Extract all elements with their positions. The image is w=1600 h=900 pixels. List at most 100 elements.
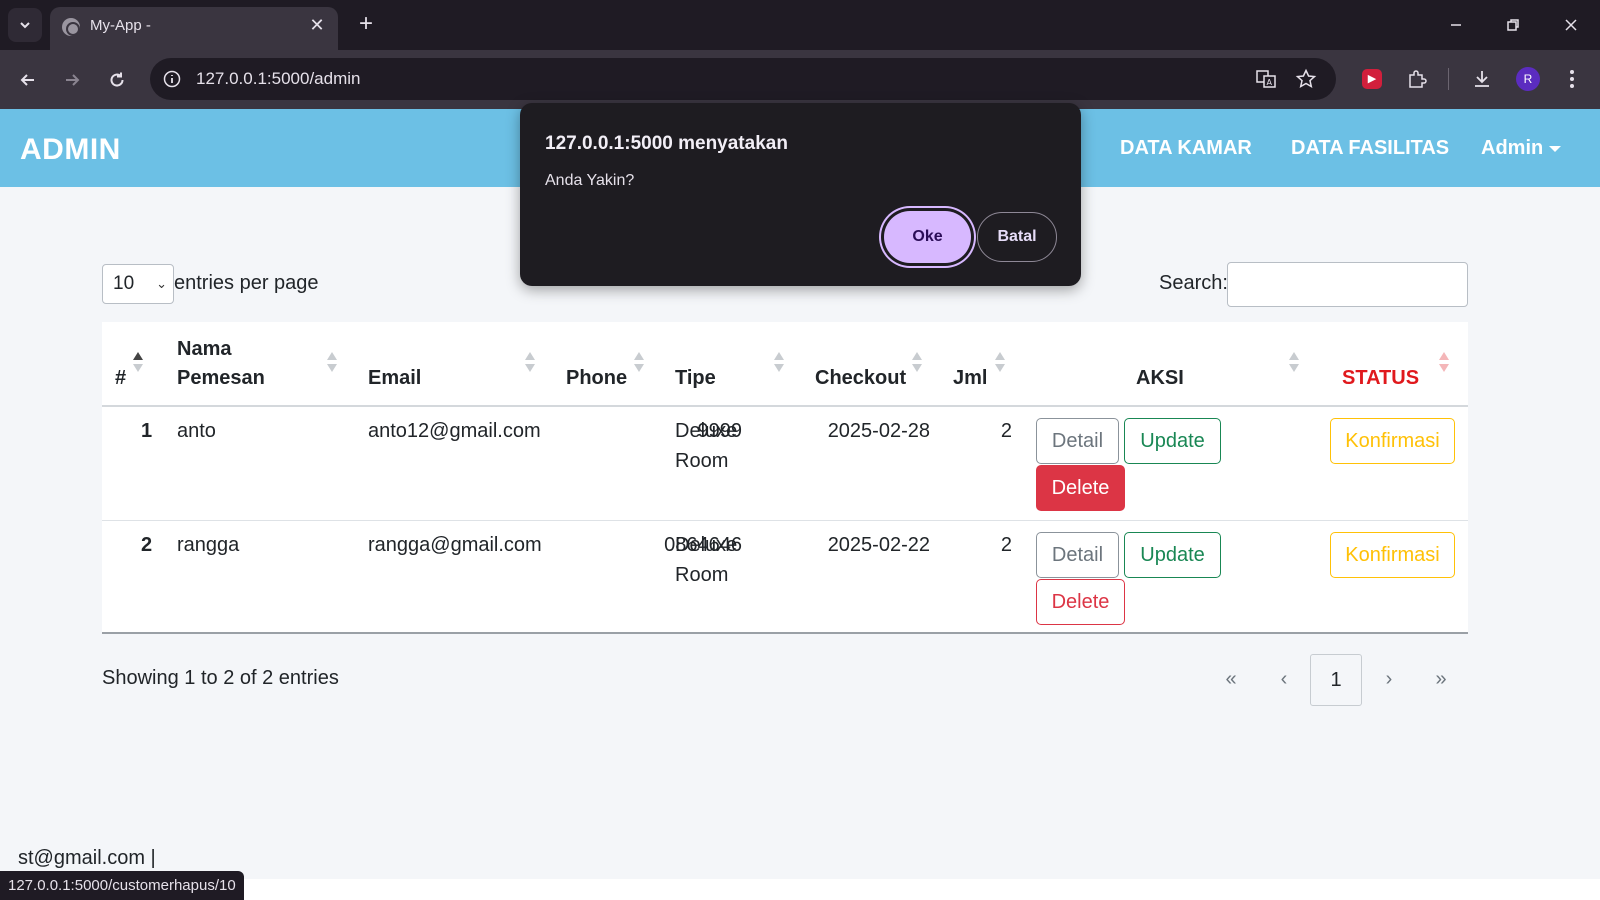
address-url: 127.0.0.1:5000/admin <box>196 69 361 88</box>
profile-avatar[interactable]: R <box>1516 67 1540 91</box>
sort-icon[interactable] <box>774 352 784 374</box>
extensions-puzzle-icon[interactable] <box>1403 65 1431 93</box>
browser-tab[interactable]: My-App - ✕ <box>50 7 338 50</box>
cell-num: 2 <box>141 534 153 556</box>
caret-down-icon <box>1549 145 1562 152</box>
delete-button[interactable]: Delete <box>1036 465 1125 511</box>
sort-icon[interactable] <box>1439 352 1449 374</box>
browser-toolbar: 127.0.0.1:5000/admin A ▶ <box>0 50 1600 109</box>
address-bar[interactable]: 127.0.0.1:5000/admin A <box>150 58 1336 100</box>
detail-button[interactable]: Detail <box>1036 532 1119 578</box>
new-tab-button[interactable]: + <box>352 11 380 39</box>
forward-button[interactable] <box>56 64 88 96</box>
admin-dropdown[interactable]: Admin <box>1481 137 1562 160</box>
sort-icon[interactable] <box>912 352 922 374</box>
reload-icon <box>110 72 124 87</box>
th-checkout[interactable]: Checkout <box>815 363 906 393</box>
entries-select-value: 10 <box>113 273 135 294</box>
brand-logo[interactable]: ADMIN <box>20 133 121 167</box>
konfirmasi-button[interactable]: Konfirmasi <box>1330 418 1455 464</box>
back-button[interactable] <box>12 64 44 96</box>
nav-data-kamar[interactable]: DATA KAMAR <box>1120 137 1252 160</box>
dialog-message: Anda Yakin? <box>545 172 635 189</box>
cell-tipe-line2: Room <box>675 450 729 472</box>
table-header-divider <box>102 405 1468 407</box>
th-phone[interactable]: Phone <box>566 363 627 393</box>
cell-checkout: 2025-02-28 <box>827 420 930 442</box>
th-nama-line2[interactable]: Pemesan <box>177 363 265 393</box>
restore-icon <box>1507 19 1519 31</box>
restore-button[interactable] <box>1498 10 1528 40</box>
page-next[interactable]: › <box>1378 654 1400 706</box>
tab-search-button[interactable] <box>8 8 42 42</box>
footer-text: st@gmail.com | <box>18 847 156 869</box>
th-status[interactable]: STATUS <box>1342 363 1419 393</box>
extension-red-icon[interactable]: ▶ <box>1358 65 1386 93</box>
data-table: # Nama Pemesan Email Phone Tipe Checkout… <box>102 322 1468 634</box>
table-info: Showing 1 to 2 of 2 entries <box>102 667 339 689</box>
admin-dropdown-label: Admin <box>1481 137 1544 159</box>
bookmark-star-icon[interactable] <box>1294 67 1318 91</box>
ok-button[interactable]: Oke <box>884 211 971 263</box>
cell-jml: 2 <box>1000 534 1012 556</box>
cell-num: 1 <box>141 420 153 442</box>
tab-title: My-App - <box>90 17 151 34</box>
sort-asc-icon[interactable] <box>133 352 143 374</box>
entries-label: entries per page <box>174 272 319 294</box>
tab-close-icon[interactable]: ✕ <box>306 14 328 36</box>
sort-icon[interactable] <box>525 352 535 374</box>
detail-button[interactable]: Detail <box>1036 418 1119 464</box>
sort-icon[interactable] <box>1289 352 1299 374</box>
confirm-dialog: 127.0.0.1:5000 menyatakan Anda Yakin? Ok… <box>520 103 1081 286</box>
cell-tipe-line2: Room <box>675 564 729 586</box>
table-bottom-border <box>102 632 1468 634</box>
close-icon <box>1565 19 1577 31</box>
th-aksi[interactable]: AKSI <box>1136 363 1184 393</box>
svg-text:A: A <box>1267 78 1273 87</box>
nav-data-fasilitas[interactable]: DATA FASILITAS <box>1291 137 1449 160</box>
chevron-down-icon <box>20 22 30 29</box>
download-icon[interactable] <box>1468 65 1496 93</box>
dialog-title: 127.0.0.1:5000 menyatakan <box>545 133 788 154</box>
close-window-button[interactable] <box>1556 10 1586 40</box>
cell-email: rangga@gmail.com <box>368 534 542 556</box>
konfirmasi-button[interactable]: Konfirmasi <box>1330 532 1455 578</box>
status-bar-url: 127.0.0.1:5000/customerhapus/10 <box>0 871 244 900</box>
chevron-down-icon: ⌄ <box>156 276 167 291</box>
browser-menu-icon[interactable] <box>1558 65 1586 93</box>
page-last[interactable]: » <box>1428 654 1454 706</box>
sort-icon[interactable] <box>327 352 337 374</box>
minimize-button[interactable] <box>1441 10 1471 40</box>
translate-icon[interactable]: A <box>1254 67 1278 91</box>
page-prev[interactable]: ‹ <box>1273 654 1295 706</box>
th-tipe[interactable]: Tipe <box>675 363 716 393</box>
page-first[interactable]: « <box>1218 654 1244 706</box>
cell-email: anto12@gmail.com <box>368 420 541 442</box>
arrow-right-icon <box>66 74 80 86</box>
cell-checkout: 2025-02-22 <box>827 534 930 556</box>
browser-tab-strip: My-App - ✕ + <box>0 0 1600 50</box>
page-current[interactable]: 1 <box>1310 654 1362 706</box>
cancel-button[interactable]: Batal <box>977 212 1057 262</box>
sort-icon[interactable] <box>634 352 644 374</box>
th-num[interactable]: # <box>115 363 126 393</box>
update-button[interactable]: Update <box>1124 418 1221 464</box>
reload-button[interactable] <box>101 64 133 96</box>
th-email[interactable]: Email <box>368 363 421 393</box>
site-info-icon[interactable] <box>160 67 184 91</box>
minimize-icon <box>1451 24 1461 26</box>
cell-nama: anto <box>177 420 216 442</box>
sort-icon[interactable] <box>995 352 1005 374</box>
search-input[interactable] <box>1227 262 1468 307</box>
update-button[interactable]: Update <box>1124 532 1221 578</box>
th-jml[interactable]: Jml <box>953 363 987 393</box>
delete-button[interactable]: Delete <box>1036 579 1125 625</box>
cell-tipe-line1: Deluxe <box>675 420 738 442</box>
row-divider <box>102 520 1468 521</box>
toolbar-divider <box>1448 68 1449 90</box>
entries-select[interactable]: 10 ⌄ <box>102 264 174 304</box>
th-nama-line1[interactable]: Nama <box>177 334 231 364</box>
cell-nama: rangga <box>177 534 240 556</box>
globe-icon <box>62 18 80 36</box>
cell-jml: 2 <box>1000 420 1012 442</box>
